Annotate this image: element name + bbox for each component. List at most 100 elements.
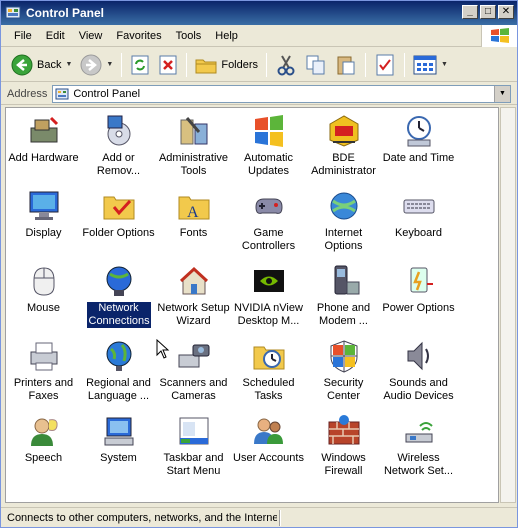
- control-panel-item-network-setup-wizard[interactable]: Network Setup Wizard: [156, 262, 231, 337]
- address-label: Address: [7, 87, 48, 100]
- scissors-icon: [277, 54, 295, 75]
- control-panel-item-fonts[interactable]: A Fonts: [156, 187, 231, 262]
- stop-button[interactable]: [154, 51, 182, 79]
- control-panel-item-internet-options[interactable]: Internet Options: [306, 187, 381, 262]
- add-hardware-icon: [27, 114, 61, 148]
- item-label: Sounds and Audio Devices: [383, 377, 454, 402]
- forward-dropdown-icon[interactable]: ▼: [106, 61, 113, 68]
- item-label: Windows Firewall: [321, 452, 366, 477]
- status-text: Connects to other computers, networks, a…: [7, 511, 277, 524]
- control-panel-item-nvidia-nview[interactable]: NVIDIA nView Desktop M...: [231, 262, 306, 337]
- minimize-button[interactable]: _: [462, 5, 478, 19]
- control-panel-item-taskbar-start-menu[interactable]: Taskbar and Start Menu: [156, 412, 231, 487]
- item-label: Wireless Network Set...: [383, 452, 454, 477]
- control-panel-item-power-options[interactable]: Power Options: [381, 262, 456, 337]
- properties-button[interactable]: [370, 51, 400, 79]
- item-label: Network Setup Wizard: [157, 302, 230, 327]
- printers-faxes-icon: [27, 339, 61, 373]
- control-panel-item-add-remove-programs[interactable]: Add or Remov...: [81, 112, 156, 187]
- date-time-icon: [402, 114, 436, 148]
- control-panel-item-printers-faxes[interactable]: Printers and Faxes: [6, 337, 81, 412]
- item-label: Network Connections: [86, 302, 151, 328]
- control-panel-item-add-hardware[interactable]: Add Hardware: [6, 112, 81, 187]
- item-label: NVIDIA nView Desktop M...: [234, 302, 303, 327]
- item-label: Automatic Updates: [244, 152, 293, 177]
- item-label: Internet Options: [324, 227, 363, 252]
- control-panel-item-network-connections[interactable]: Network Connections: [81, 262, 156, 337]
- close-button[interactable]: ✕: [498, 5, 514, 19]
- control-panel-item-administrative-tools[interactable]: Administrative Tools: [156, 112, 231, 187]
- back-dropdown-icon[interactable]: ▼: [65, 61, 72, 68]
- item-label: Security Center: [323, 377, 364, 402]
- refresh-button[interactable]: [126, 51, 154, 79]
- icon-grid: Add Hardware Add or Remov... Administrativ…: [6, 112, 456, 487]
- item-label: Mouse: [26, 302, 61, 314]
- back-button[interactable]: Back ▼: [7, 51, 76, 79]
- control-panel-item-mouse[interactable]: Mouse: [6, 262, 81, 337]
- control-panel-item-wireless-network-setup[interactable]: Wireless Network Set...: [381, 412, 456, 487]
- menu-edit[interactable]: Edit: [39, 28, 72, 44]
- network-connections-icon: [102, 264, 136, 298]
- item-label: Add Hardware: [8, 152, 79, 164]
- control-panel-item-sounds-audio[interactable]: Sounds and Audio Devices: [381, 337, 456, 412]
- speech-icon: [27, 414, 61, 448]
- vertical-scrollbar[interactable]: [500, 107, 516, 503]
- forward-button[interactable]: ▼: [76, 51, 117, 79]
- maximize-button[interactable]: □: [480, 5, 496, 19]
- views-dropdown-icon[interactable]: ▼: [441, 61, 448, 68]
- control-panel-item-speech[interactable]: Speech: [6, 412, 81, 487]
- address-field[interactable]: Control Panel ▼: [52, 84, 511, 103]
- address-value: Control Panel: [73, 87, 141, 100]
- item-label: Keyboard: [394, 227, 443, 239]
- control-panel-item-folder-options[interactable]: Folder Options: [81, 187, 156, 262]
- game-controllers-icon: [252, 189, 286, 223]
- folders-button[interactable]: Folders: [191, 51, 262, 79]
- item-label: Folder Options: [82, 227, 155, 239]
- address-dropdown-icon[interactable]: ▼: [494, 85, 510, 102]
- menu-favorites[interactable]: Favorites: [109, 28, 168, 44]
- item-label: Game Controllers: [241, 227, 296, 252]
- refresh-icon: [131, 55, 149, 74]
- nvidia-nview-icon: [252, 264, 286, 298]
- control-panel-small-icon: [55, 88, 69, 99]
- regional-language-icon: [102, 339, 136, 373]
- cut-button[interactable]: [271, 51, 301, 79]
- item-label: Administrative Tools: [158, 152, 229, 177]
- control-panel-item-game-controllers[interactable]: Game Controllers: [231, 187, 306, 262]
- item-label: Display: [25, 227, 62, 239]
- back-arrow-icon: [11, 54, 33, 75]
- title-bar[interactable]: Control Panel _ □ ✕: [1, 1, 517, 25]
- control-panel-item-regional-language[interactable]: Regional and Language ...: [81, 337, 156, 412]
- scanners-cameras-icon: [177, 339, 211, 373]
- item-label: Printers and Faxes: [13, 377, 74, 402]
- user-accounts-icon: [252, 414, 286, 448]
- control-panel-item-scheduled-tasks[interactable]: Scheduled Tasks: [231, 337, 306, 412]
- item-label: Date and Time: [382, 152, 455, 164]
- address-bar: Address Control Panel ▼: [1, 83, 517, 105]
- control-panel-item-date-time[interactable]: Date and Time: [381, 112, 456, 187]
- menu-tools[interactable]: Tools: [169, 28, 209, 44]
- control-panel-item-automatic-updates[interactable]: Automatic Updates: [231, 112, 306, 187]
- control-panel-item-user-accounts[interactable]: User Accounts: [231, 412, 306, 487]
- control-panel-item-keyboard[interactable]: Keyboard: [381, 187, 456, 262]
- bde-administrator-icon: [327, 114, 361, 148]
- menu-view[interactable]: View: [72, 28, 110, 44]
- copy-icon: [306, 55, 325, 74]
- scheduled-tasks-icon: [252, 339, 286, 373]
- control-panel-item-bde-administrator[interactable]: BDE Administrator: [306, 112, 381, 187]
- control-panel-item-display[interactable]: Display: [6, 187, 81, 262]
- internet-options-icon: [327, 189, 361, 223]
- control-panel-item-phone-modem[interactable]: Phone and Modem ...: [306, 262, 381, 337]
- copy-button[interactable]: [301, 51, 331, 79]
- control-panel-item-system[interactable]: System: [81, 412, 156, 487]
- menu-help[interactable]: Help: [208, 28, 245, 44]
- toolbar-separator: [186, 52, 188, 77]
- control-panel-item-windows-firewall[interactable]: Windows Firewall: [306, 412, 381, 487]
- control-panel-item-security-center[interactable]: Security Center: [306, 337, 381, 412]
- network-setup-wizard-icon: [177, 264, 211, 298]
- security-center-icon: [327, 339, 361, 373]
- menu-file[interactable]: File: [7, 28, 39, 44]
- paste-button[interactable]: [331, 51, 361, 79]
- views-button[interactable]: ▼: [409, 51, 452, 79]
- mouse-icon: [27, 264, 61, 298]
